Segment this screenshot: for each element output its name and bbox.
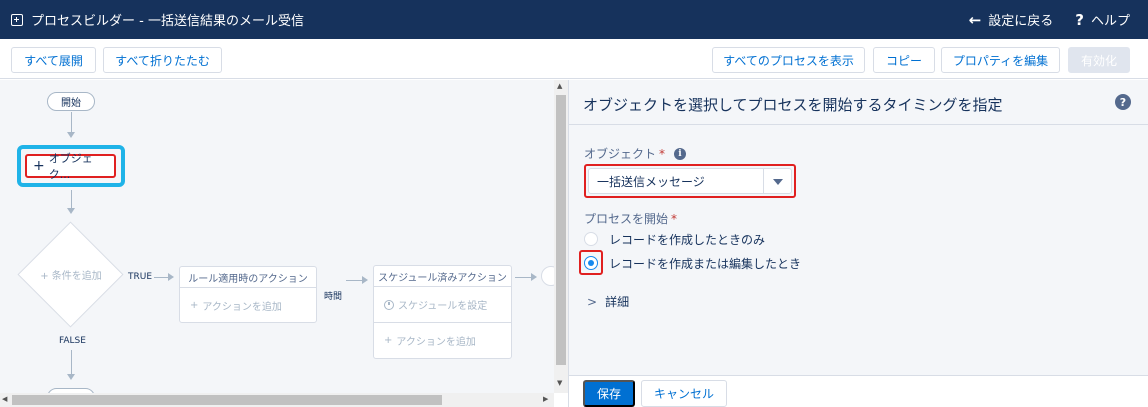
- select-divider: [763, 169, 764, 193]
- app-header: プロセスビルダー - 一括送信結果のメール受信 ← 設定に戻る ? ヘルプ: [0, 0, 1148, 39]
- add-action-row[interactable]: + アクションを追加: [374, 323, 511, 358]
- back-to-setup-label: 設定に戻る: [988, 14, 1054, 29]
- scroll-down-icon[interactable]: ▼: [557, 379, 562, 387]
- object-select[interactable]: 一括送信メッセージ: [588, 168, 792, 194]
- panel-footer: 保存 キャンセル: [569, 375, 1148, 407]
- save-button[interactable]: 保存: [583, 380, 635, 407]
- connector: [71, 350, 72, 374]
- divider: [569, 124, 1148, 125]
- arrow-down-icon: [67, 208, 75, 214]
- arrow-down-icon: [67, 132, 75, 138]
- immediate-actions-card: ルール適用時のアクション + アクションを追加: [179, 266, 317, 323]
- scroll-left-icon[interactable]: ◀: [2, 395, 7, 403]
- object-field-label: オブジェクト * i: [584, 145, 687, 162]
- plus-icon: +: [33, 158, 45, 174]
- scroll-right-icon[interactable]: ▶: [543, 395, 548, 403]
- copy-button[interactable]: コピー: [873, 47, 935, 73]
- end-node: [541, 266, 554, 286]
- connector: [346, 280, 362, 281]
- expand-all-button[interactable]: すべて展開: [11, 47, 96, 73]
- true-label: TRUE: [128, 272, 153, 282]
- start-process-text: プロセスを開始: [584, 212, 669, 226]
- details-label: 詳細: [605, 295, 630, 309]
- chevron-down-icon[interactable]: [773, 179, 783, 185]
- panel-title: オブジェクトを選択してプロセスを開始するタイミングを指定: [583, 96, 1003, 114]
- cancel-button[interactable]: キャンセル: [641, 380, 727, 407]
- add-criteria-label: + 条件を追加: [27, 267, 115, 282]
- back-to-setup-link[interactable]: ← 設定に戻る: [968, 10, 1054, 30]
- scroll-up-icon[interactable]: ▲: [557, 82, 562, 90]
- radio-create-only[interactable]: [584, 232, 598, 246]
- object-node-label: オブジェク...: [48, 152, 93, 181]
- start-node[interactable]: 開始: [47, 92, 95, 111]
- connector: [71, 190, 72, 210]
- time-label: 時間: [324, 292, 343, 302]
- scheduled-actions-title: スケジュール済みアクション: [374, 266, 511, 287]
- start-process-label: プロセスを開始 *: [584, 210, 677, 227]
- toolbar: すべて展開 すべて折りたたむ すべてのプロセスを表示 コピー プロパティを編集 …: [0, 39, 1148, 79]
- immediate-actions-title: ルール適用時のアクション: [180, 267, 316, 288]
- add-criteria-text: 条件を追加: [51, 271, 102, 282]
- plus-icon: +: [384, 335, 393, 346]
- horizontal-scrollbar[interactable]: ◀ ▶: [0, 393, 554, 407]
- help-link[interactable]: ? ヘルプ: [1075, 10, 1130, 30]
- arrow-left-icon: ←: [968, 10, 982, 29]
- process-canvas[interactable]: 開始 + オブジェク... + 条件を追加 TRUE ルール適用時のアクション …: [0, 80, 554, 393]
- vertical-scrollbar[interactable]: ▲ ▼: [554, 80, 568, 393]
- page-title: プロセスビルダー - 一括送信結果のメール受信: [31, 14, 304, 29]
- help-label: ヘルプ: [1090, 14, 1130, 29]
- add-action-label: アクションを追加: [202, 302, 282, 313]
- set-schedule-row[interactable]: スケジュールを設定: [374, 287, 511, 323]
- radio-create-only-label[interactable]: レコードを作成したときのみ: [609, 231, 765, 248]
- clock-icon: [384, 299, 394, 310]
- activate-button[interactable]: 有効化: [1068, 47, 1130, 73]
- properties-panel: オブジェクトを選択してプロセスを開始するタイミングを指定 ? オブジェクト * i…: [568, 80, 1148, 407]
- arrow-right-icon: [168, 273, 174, 281]
- set-schedule-label: スケジュールを設定: [398, 301, 488, 312]
- arrow-right-icon: [531, 273, 537, 281]
- scroll-thumb[interactable]: [12, 395, 442, 405]
- view-all-processes-button[interactable]: すべてのプロセスを表示: [712, 47, 865, 73]
- scroll-thumb[interactable]: [556, 95, 566, 365]
- radio-create-or-edit[interactable]: [584, 256, 598, 270]
- add-action-label: アクションを追加: [396, 337, 476, 348]
- add-action-row[interactable]: + アクションを追加: [180, 288, 316, 323]
- details-toggle[interactable]: > 詳細: [587, 293, 629, 310]
- object-select-value: 一括送信メッセージ: [597, 174, 705, 189]
- collapse-all-button[interactable]: すべて折りたたむ: [103, 47, 222, 73]
- arrow-right-icon: [362, 276, 368, 284]
- question-icon: ?: [1075, 10, 1084, 29]
- connector: [154, 277, 168, 278]
- radio-create-or-edit-label[interactable]: レコードを作成または編集したとき: [609, 255, 801, 272]
- arrow-down-icon: [67, 374, 75, 380]
- object-node[interactable]: + オブジェク...: [25, 152, 116, 181]
- object-label-text: オブジェクト: [584, 147, 657, 161]
- chevron-right-icon: >: [587, 294, 598, 309]
- connector: [71, 112, 72, 132]
- scheduled-actions-card: スケジュール済みアクション スケジュールを設定 + アクションを追加: [373, 265, 512, 359]
- false-label: FALSE: [59, 336, 86, 346]
- process-builder-icon: [11, 13, 23, 26]
- plus-icon: +: [40, 271, 52, 282]
- plus-icon: +: [190, 300, 199, 311]
- help-circle-icon[interactable]: ?: [1115, 94, 1131, 110]
- required-marker: *: [659, 146, 666, 161]
- edit-properties-button[interactable]: プロパティを編集: [941, 47, 1060, 73]
- connector: [515, 277, 531, 278]
- header-actions: ← 設定に戻る ? ヘルプ: [969, 0, 1130, 39]
- required-marker: *: [671, 211, 678, 226]
- info-icon[interactable]: i: [674, 147, 687, 160]
